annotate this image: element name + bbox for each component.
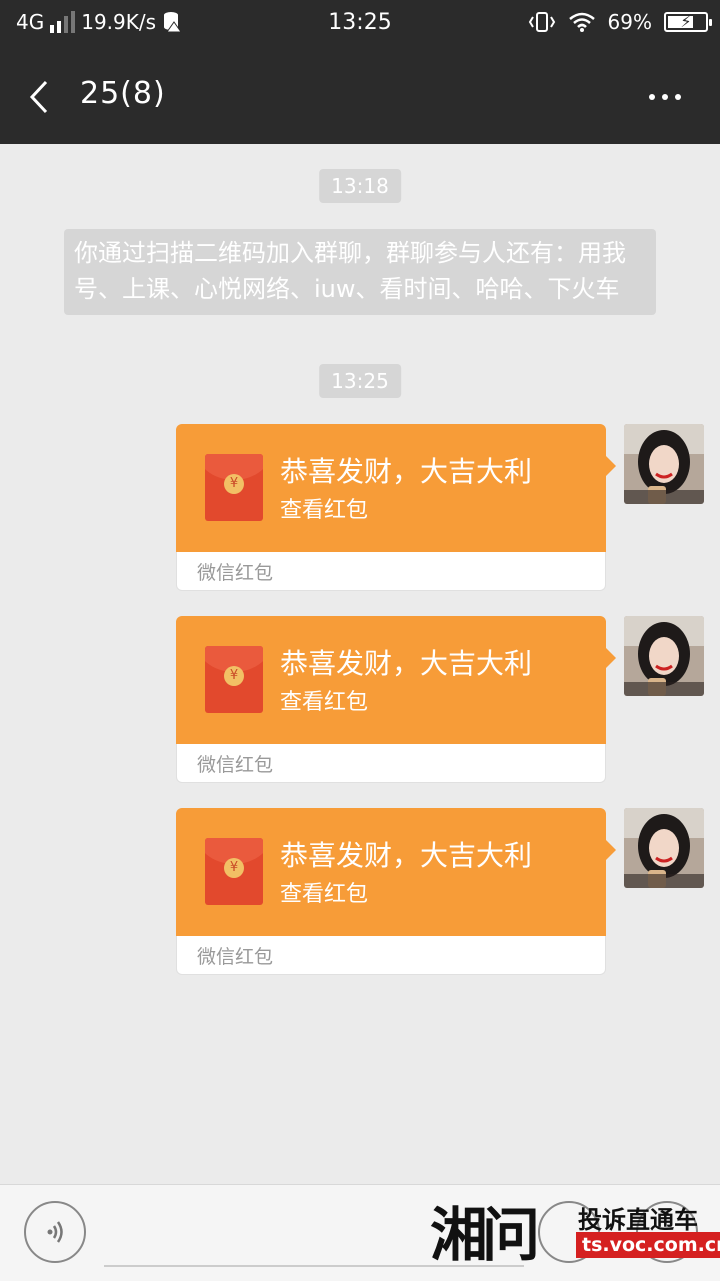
chevron-left-icon — [29, 80, 48, 114]
red-packet-title: 恭喜发财，大吉大利 — [280, 455, 533, 488]
more-dot-icon — [662, 94, 668, 100]
voice-icon — [47, 1221, 63, 1243]
more-dot-icon — [649, 94, 655, 100]
avatar[interactable] — [624, 424, 704, 504]
avatar[interactable] — [624, 808, 704, 888]
bubble-arrow — [606, 456, 616, 476]
red-packet-body: ¥ 恭喜发财，大吉大利 查看红包 — [176, 424, 606, 552]
red-packet-footer: 微信红包 — [176, 552, 606, 591]
avatar[interactable] — [624, 616, 704, 696]
watermark-logo: 湘问 — [430, 1201, 540, 1269]
red-packet-subtitle: 查看红包 — [280, 498, 369, 523]
red-packet-subtitle: 查看红包 — [280, 690, 369, 715]
watermark-url: ts.voc.com.cn — [576, 1232, 720, 1258]
bubble-arrow — [606, 648, 616, 668]
watermark: 湘问 投诉直通车 ts.voc.com.cn — [430, 1190, 720, 1280]
battery-percent: 69% — [607, 10, 652, 34]
timestamp: 13:18 — [319, 169, 401, 203]
wifi-icon — [568, 12, 595, 32]
red-packet-source: 微信红包 — [197, 562, 274, 584]
red-packet-source: 微信红包 — [197, 946, 274, 968]
red-envelope-icon: ¥ — [205, 454, 263, 521]
red-envelope-icon: ¥ — [205, 838, 263, 905]
red-packet-message[interactable]: ¥ 恭喜发财，大吉大利 查看红包 微信红包 — [176, 424, 616, 591]
red-packet-title: 恭喜发财，大吉大利 — [280, 839, 533, 872]
red-packet-message[interactable]: ¥ 恭喜发财，大吉大利 查看红包 微信红包 — [176, 616, 616, 783]
top-bar: 4G 19.9K/s 13:25 69% ⚡ 25(8) — [0, 0, 720, 144]
red-packet-body: ¥ 恭喜发财，大吉大利 查看红包 — [176, 808, 606, 936]
status-right: 69% ⚡ — [528, 10, 712, 34]
avatar-photo — [624, 808, 704, 888]
red-packet-message[interactable]: ¥ 恭喜发财，大吉大利 查看红包 微信红包 — [176, 808, 616, 975]
more-dot-icon — [675, 94, 681, 100]
watermark-title: 投诉直通车 — [578, 1206, 698, 1234]
red-packet-source: 微信红包 — [197, 754, 274, 776]
red-packet-footer: 微信红包 — [176, 936, 606, 975]
more-options-button[interactable] — [640, 80, 690, 114]
status-bar: 4G 19.9K/s 13:25 69% ⚡ — [0, 0, 720, 50]
red-packet-footer: 微信红包 — [176, 744, 606, 783]
bubble-arrow — [606, 840, 616, 860]
red-packet-body: ¥ 恭喜发财，大吉大利 查看红包 — [176, 616, 606, 744]
battery-icon: ⚡ — [664, 12, 712, 32]
chat-title: 25(8) — [80, 76, 166, 111]
red-envelope-icon: ¥ — [205, 646, 263, 713]
red-packet-subtitle: 查看红包 — [280, 882, 369, 907]
avatar-photo — [624, 424, 704, 504]
charging-bolt-icon: ⚡ — [680, 12, 692, 31]
vibrate-icon — [528, 12, 555, 32]
system-message: 你通过扫描二维码加入群聊，群聊参与人还有：用我号、上课、心悦网络、iuw、看时间… — [64, 229, 656, 315]
voice-button[interactable] — [24, 1201, 86, 1263]
red-packet-title: 恭喜发财，大吉大利 — [280, 647, 533, 680]
chat-header: 25(8) — [0, 50, 720, 144]
back-button[interactable] — [24, 72, 64, 122]
avatar-photo — [624, 616, 704, 696]
timestamp: 13:25 — [319, 364, 401, 398]
